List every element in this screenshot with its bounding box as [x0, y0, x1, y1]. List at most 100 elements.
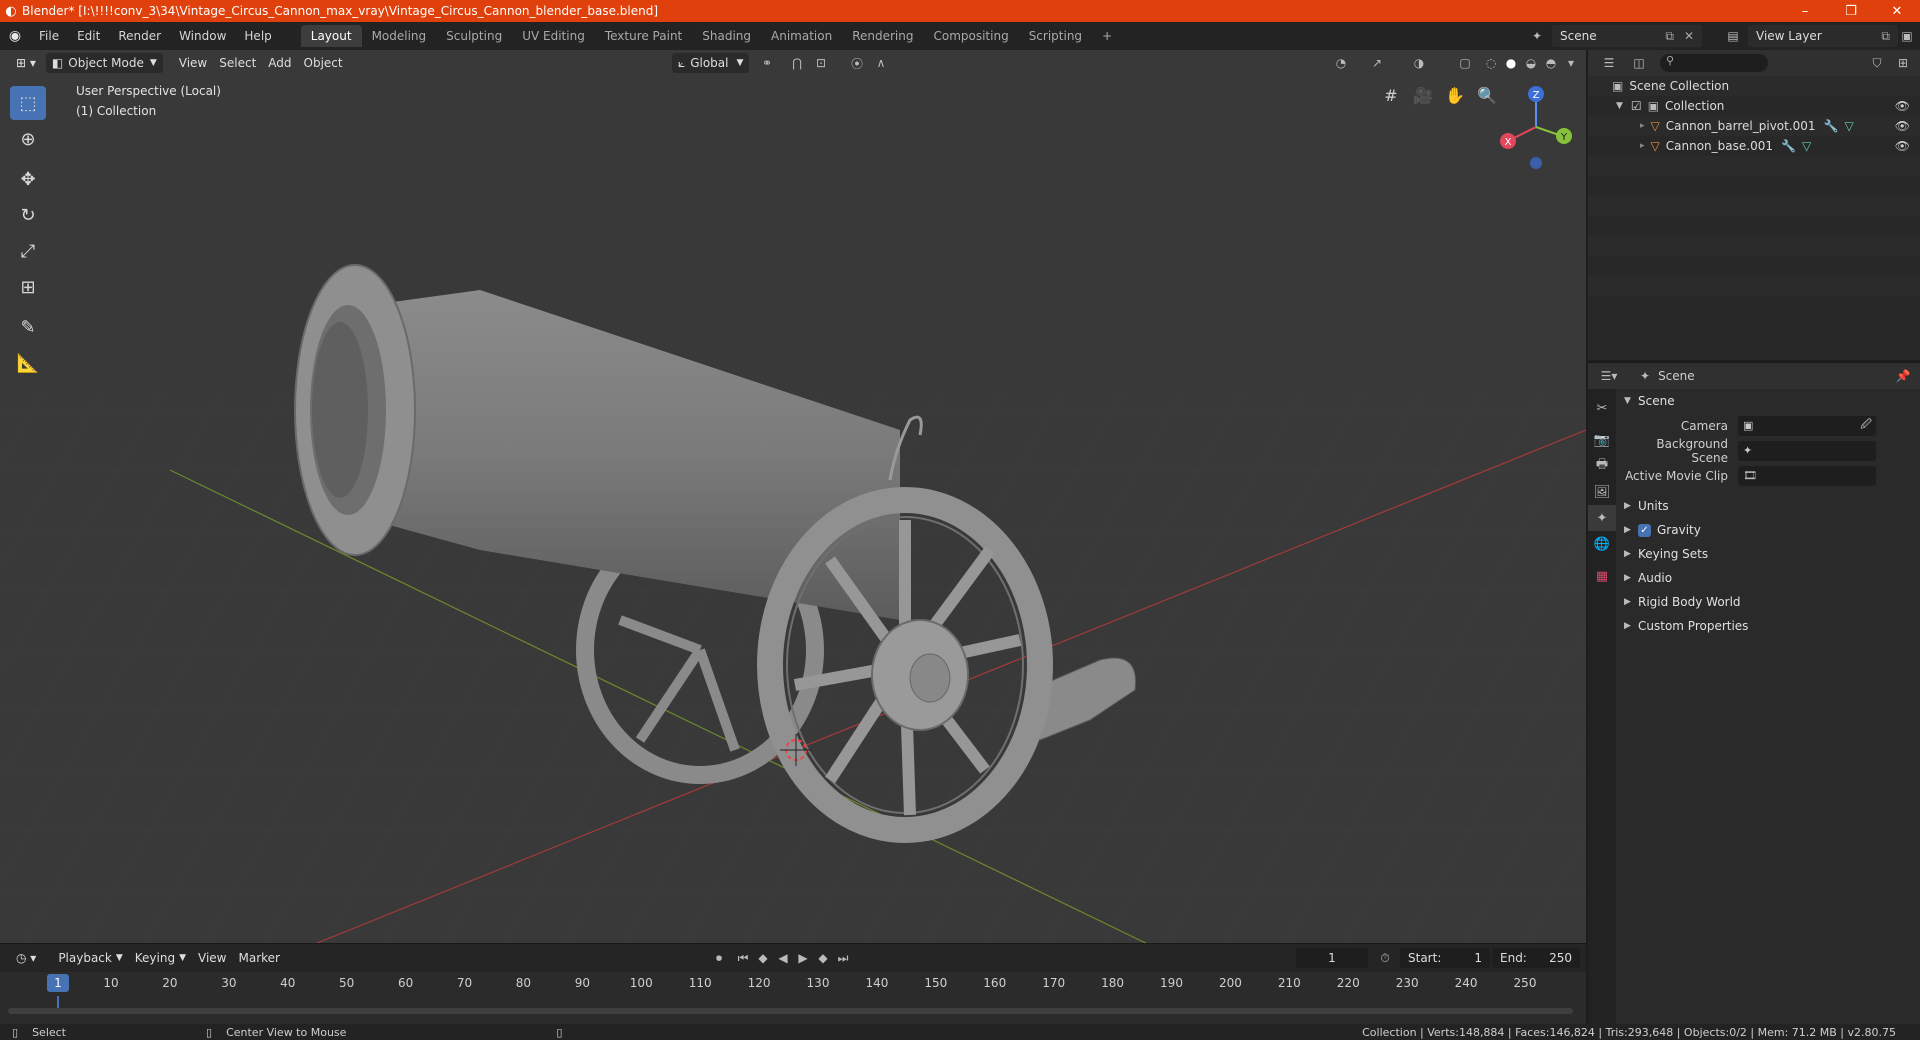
visibility-eye-icon[interactable]: 👁 — [1895, 99, 1910, 113]
timeline-editor-type-button[interactable]: ◷ ▾ — [10, 948, 42, 968]
scale-tool[interactable]: ⤢ — [10, 234, 46, 268]
outliner-row-object[interactable]: ▸ ▽ Cannon_barrel_pivot.001 🔧 ▽ 👁 — [1588, 116, 1920, 136]
preview-range-clock-icon[interactable]: ⏱ — [1374, 947, 1396, 969]
view-layer-icon[interactable]: ▤ — [1722, 25, 1744, 47]
navigation-gizmo[interactable]: Z X Y — [1496, 82, 1576, 172]
texture-tab-icon[interactable]: ▦ — [1588, 563, 1616, 589]
transform-orientation-selector[interactable]: ⟀ Global ▼ — [672, 53, 750, 73]
display-mode-icon[interactable]: ◫ — [1628, 52, 1650, 74]
toggle-camera-grid-icon[interactable]: # — [1380, 84, 1402, 106]
menu-keying[interactable]: Keying ▼ — [129, 948, 192, 968]
tab-shading[interactable]: Shading — [692, 25, 761, 47]
new-collection-icon[interactable]: ⊞ — [1892, 52, 1914, 74]
close-button[interactable]: ✕ — [1874, 0, 1920, 22]
copy-scene-icon[interactable]: ⧉ — [1665, 29, 1674, 44]
snap-icon[interactable]: ⋂ — [786, 52, 808, 74]
play-icon[interactable]: ▶ — [792, 947, 814, 969]
transform-tool[interactable]: ⊞ — [10, 270, 46, 304]
world-tab-icon[interactable]: 🌐 — [1588, 531, 1616, 557]
scene-tab-icon[interactable]: ✦ — [1588, 505, 1616, 531]
mode-selector[interactable]: ◧ Object Mode ▼ — [45, 53, 163, 73]
panel-rigid-body-world-header[interactable]: ▶ Rigid Body World — [1618, 590, 1920, 614]
outliner-row-object[interactable]: ▸ ▽ Cannon_base.001 🔧 ▽ 👁 — [1588, 136, 1920, 156]
outliner-search-input[interactable]: ⚲ — [1660, 54, 1768, 72]
tab-animation[interactable]: Animation — [761, 25, 842, 47]
panel-custom-properties-header[interactable]: ▶ Custom Properties — [1618, 614, 1920, 638]
menu-view[interactable]: View — [173, 53, 213, 73]
menu-playback[interactable]: Playback ▼ — [52, 948, 128, 968]
modifier-wrench-icon[interactable]: 🔧 — [1824, 119, 1839, 133]
rotate-tool[interactable]: ↻ — [10, 198, 46, 232]
shading-options-icon[interactable]: ▾ — [1560, 52, 1582, 74]
remove-scene-icon[interactable]: ✕ — [1684, 29, 1694, 43]
menu-select[interactable]: Select — [213, 53, 262, 73]
jump-end-icon[interactable]: ⏭ — [832, 947, 854, 969]
outliner-row-scene-collection[interactable]: ▣ Scene Collection — [1588, 76, 1920, 96]
menu-edit[interactable]: Edit — [68, 22, 109, 50]
record-icon[interactable]: ⏺ — [708, 947, 730, 969]
tab-sculpting[interactable]: Sculpting — [436, 25, 512, 47]
prev-keyframe-icon[interactable]: ◆ — [752, 947, 774, 969]
zoom-icon[interactable]: 🔍 — [1476, 84, 1498, 106]
proportional-edit-icon[interactable]: ⦿ — [846, 52, 868, 74]
camera-view-icon[interactable]: 🎥 — [1412, 84, 1434, 106]
tool-tab-icon[interactable]: ✂ — [1588, 395, 1616, 421]
visibility-eye-icon[interactable]: 👁 — [1895, 139, 1910, 153]
next-keyframe-icon[interactable]: ◆ — [812, 947, 834, 969]
outliner-row-collection[interactable]: ▼ ☑ ▣ Collection 👁 — [1588, 96, 1920, 116]
menu-marker[interactable]: Marker — [233, 948, 286, 968]
menu-file[interactable]: File — [30, 22, 68, 50]
render-tab-icon[interactable]: 📷 — [1588, 427, 1616, 453]
panel-keying-sets-header[interactable]: ▶ Keying Sets — [1618, 542, 1920, 566]
menu-timeline-view[interactable]: View — [192, 948, 232, 968]
view-layer-tab-icon[interactable]: 🖼 — [1588, 479, 1616, 505]
menu-add[interactable]: Add — [262, 53, 297, 73]
timeline-ruler[interactable]: 1 10 20 30 40 50 60 70 80 90 100 110 120 130 140 150 160… — [0, 972, 1586, 996]
copy-view-layer-icon[interactable]: ⧉ — [1881, 29, 1890, 44]
scene-type-icon[interactable]: ✦ — [1526, 25, 1548, 47]
mesh-data-icon[interactable]: ▽ — [1845, 119, 1854, 133]
overlay-toggle-icon[interactable]: ◑ — [1408, 52, 1430, 74]
exclude-checkbox[interactable]: ☑ — [1631, 99, 1642, 113]
pan-hand-icon[interactable]: ✋ — [1444, 84, 1466, 106]
output-tab-icon[interactable]: 🖶 — [1588, 453, 1616, 479]
expand-arrow-icon[interactable]: ▸ — [1640, 121, 1645, 131]
tab-modeling[interactable]: Modeling — [362, 25, 437, 47]
select-box-tool[interactable]: ⬚ — [10, 86, 46, 120]
timeline-scrollbar[interactable] — [8, 1008, 1573, 1014]
frame-end-field[interactable]: End: 250 — [1492, 948, 1580, 968]
panel-gravity-header[interactable]: ▶ ✓ Gravity — [1618, 518, 1920, 542]
outliner-editor-type-icon[interactable]: ☰ — [1598, 52, 1620, 74]
visibility-eye-icon[interactable]: 👁 — [1895, 119, 1910, 133]
menu-object[interactable]: Object — [298, 53, 349, 73]
menu-window[interactable]: Window — [170, 22, 235, 50]
active-movie-clip-field[interactable]: 🎞 — [1738, 465, 1876, 486]
blender-menu-icon[interactable]: ◉ — [0, 28, 30, 44]
cursor-tool[interactable]: ⊕ — [10, 122, 46, 156]
remove-view-layer-icon[interactable]: ▣ — [1896, 25, 1918, 47]
view-layer-selector[interactable]: View Layer ⧉ — [1748, 25, 1898, 47]
shading-wireframe-icon[interactable]: ◌ — [1480, 52, 1502, 74]
background-scene-field[interactable]: ✦ — [1738, 440, 1876, 461]
gizmo-neg-z-axis[interactable] — [1530, 157, 1542, 169]
menu-render[interactable]: Render — [109, 22, 170, 50]
panel-scene-header[interactable]: ▼ Scene — [1618, 389, 1920, 413]
falloff-icon[interactable]: ∧ — [870, 52, 892, 74]
play-reverse-icon[interactable]: ◀ — [772, 947, 794, 969]
measure-tool[interactable]: 📐 — [10, 346, 46, 380]
pivot-point-icon[interactable]: ⚭ — [756, 52, 778, 74]
tab-layout[interactable]: Layout — [300, 25, 362, 47]
3d-viewport[interactable]: ⊞ ▾ ◧ Object Mode ▼ View Select Add Obje… — [0, 50, 1586, 943]
gizmo-toggle-icon[interactable]: ↗ — [1366, 52, 1388, 74]
editor-type-button[interactable]: ⊞ ▾ — [10, 53, 42, 73]
mesh-data-icon[interactable]: ▽ — [1802, 139, 1811, 153]
scene-selector[interactable]: Scene ⧉ ✕ — [1552, 25, 1702, 47]
shading-rendered-icon[interactable]: ◓ — [1540, 52, 1562, 74]
panel-units-header[interactable]: ▶ Units — [1618, 494, 1920, 518]
filter-icon[interactable]: ⛉ — [1866, 52, 1888, 74]
move-tool[interactable]: ✥ — [10, 162, 46, 196]
tab-texture-paint[interactable]: Texture Paint — [595, 25, 692, 47]
snap-target-icon[interactable]: ⊡ — [810, 52, 832, 74]
annotate-tool[interactable]: ✎ — [10, 310, 46, 344]
panel-audio-header[interactable]: ▶ Audio — [1618, 566, 1920, 590]
